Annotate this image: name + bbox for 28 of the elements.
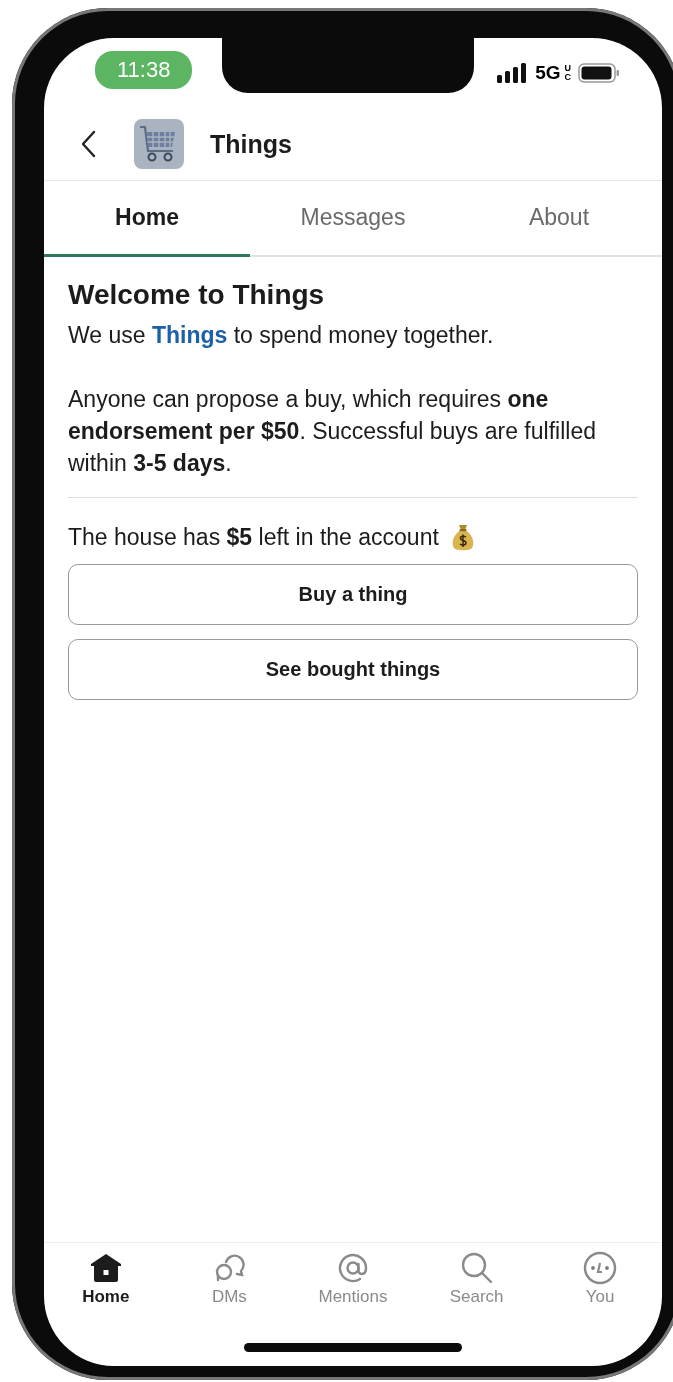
nav-tab[interactable]: Search <box>414 1251 539 1337</box>
back-icon[interactable] <box>80 130 96 158</box>
home-icon <box>88 1251 123 1285</box>
at-sign-icon <box>336 1251 370 1285</box>
tab[interactable]: About <box>456 181 662 257</box>
nav-tab[interactable]: You <box>538 1251 662 1337</box>
action-button[interactable]: See bought things <box>68 639 638 700</box>
network-type-label: UC <box>564 64 570 82</box>
cart-icon <box>134 119 184 169</box>
nav-tab[interactable]: Home <box>44 1251 168 1337</box>
status-time: 11:38 <box>95 51 193 89</box>
welcome-heading: Welcome to Things <box>68 279 326 311</box>
nav-tab[interactable]: Mentions <box>291 1251 415 1337</box>
signal-icon <box>497 63 528 83</box>
app-title: Things <box>210 129 292 159</box>
things-link[interactable]: Things <box>151 322 228 348</box>
nav-tab[interactable]: DMs <box>167 1251 292 1337</box>
money-bag-icon <box>450 522 475 552</box>
tab[interactable]: Home <box>44 181 250 257</box>
battery-icon <box>578 63 620 83</box>
network-label: 5G <box>535 62 561 84</box>
tab[interactable]: Messages <box>250 181 456 257</box>
balance-text: The house has $5 left in the account <box>68 523 439 551</box>
search-icon <box>459 1251 494 1285</box>
action-button[interactable]: Buy a thing <box>68 564 638 625</box>
intro-text: We use Things to spend money together. <box>68 321 495 350</box>
rules-text: Anyone can propose a buy, which requires one endorsement per $50. Successful buys are fulfilled within 3-5 days. <box>68 385 597 478</box>
avatar-icon <box>583 1251 618 1285</box>
